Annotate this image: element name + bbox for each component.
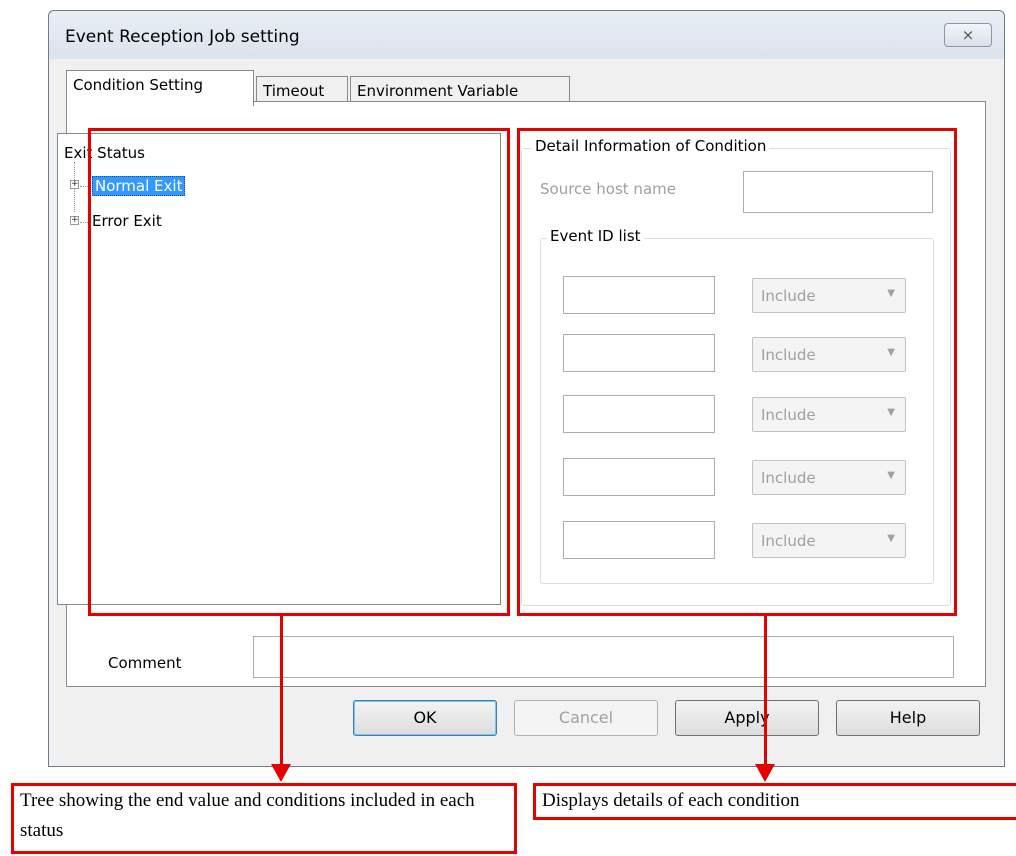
dialog-title: Event Reception Job setting bbox=[65, 27, 300, 47]
help-button[interactable]: Help bbox=[836, 700, 980, 736]
tree-callout-arrow-icon bbox=[271, 764, 291, 782]
close-button[interactable]: ⨯ bbox=[944, 23, 992, 47]
detail-callout-arrow-icon bbox=[755, 764, 775, 782]
tree-highlight-box bbox=[88, 128, 510, 616]
tree-connector bbox=[80, 222, 88, 223]
tab-label: Timeout bbox=[263, 82, 325, 100]
title-bar[interactable]: Event Reception Job setting ⨯ bbox=[49, 11, 1004, 59]
tree-callout: Tree showing the end value and condition… bbox=[11, 783, 517, 854]
expand-plus-icon[interactable]: + bbox=[70, 216, 79, 225]
tree-connector bbox=[80, 186, 88, 187]
expand-plus-icon[interactable]: + bbox=[70, 180, 79, 189]
apply-button[interactable]: Apply bbox=[675, 700, 819, 736]
detail-callout-line bbox=[764, 616, 767, 768]
detail-callout: Displays details of each condition bbox=[533, 783, 1016, 820]
tab-label: Environment Variable bbox=[357, 82, 519, 100]
ok-button[interactable]: OK bbox=[353, 700, 497, 736]
close-icon: ⨯ bbox=[961, 26, 975, 44]
detail-highlight-box bbox=[517, 128, 957, 616]
tree-callout-line bbox=[280, 616, 283, 768]
comment-label: Comment bbox=[108, 654, 182, 672]
tab-label: Condition Setting bbox=[73, 76, 204, 94]
cancel-button[interactable]: Cancel bbox=[514, 700, 658, 736]
comment-input[interactable] bbox=[253, 636, 954, 678]
tab-condition-setting[interactable]: Condition Setting bbox=[66, 70, 254, 106]
